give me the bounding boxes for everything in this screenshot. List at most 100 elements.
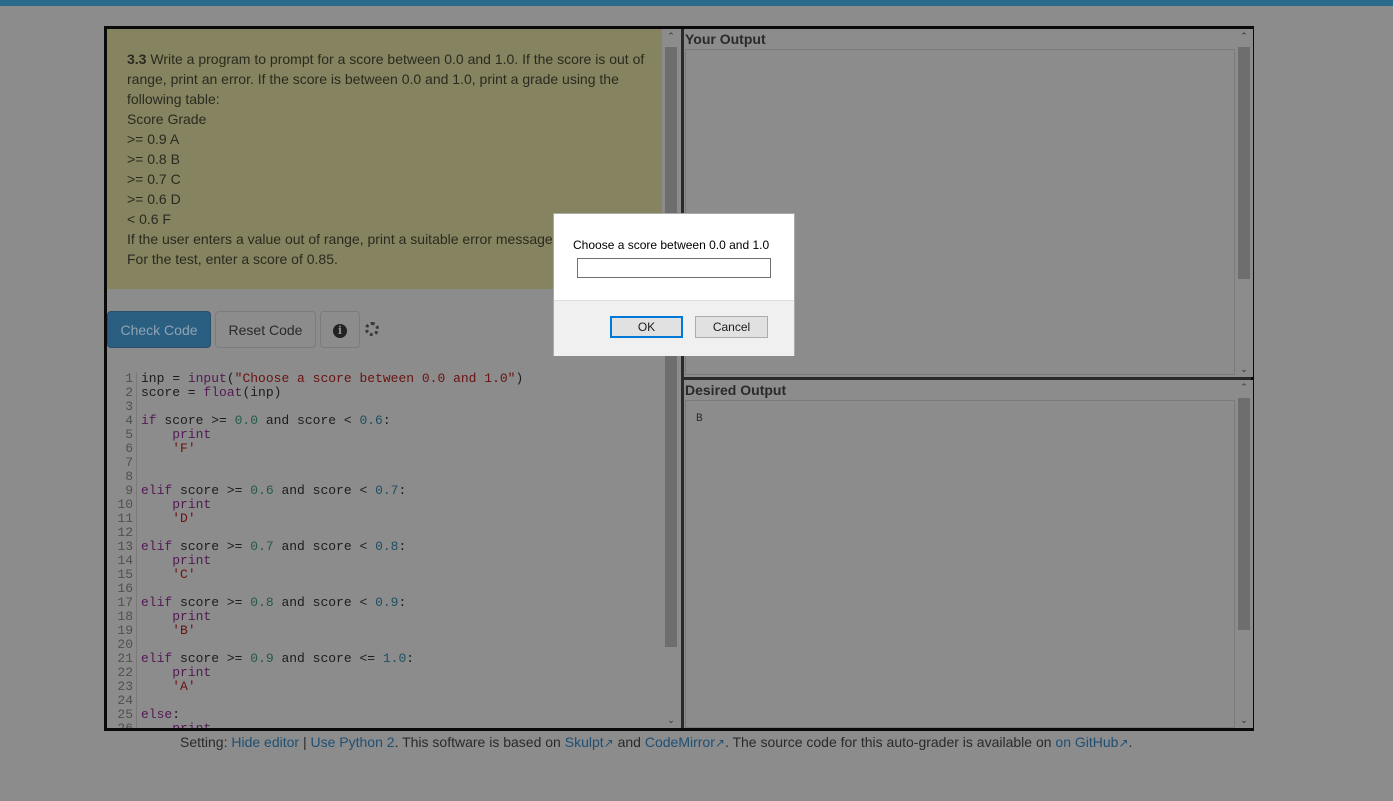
scroll-down-icon[interactable]: ⌄ [1235,715,1253,726]
code-token: "Choose a score between 0.0 and 1.0" [234,371,516,386]
code-text: 'F' [141,441,196,456]
code-token: elif [141,651,173,666]
cancel-button[interactable]: Cancel [695,316,768,338]
code-token: 0.9 [375,595,399,610]
github-link[interactable]: on GitHub [1055,734,1118,750]
grade-table-header: Score Grade [127,111,207,127]
scroll-thumb[interactable] [1238,47,1250,279]
scroll-up-icon[interactable]: ⌃ [1235,382,1253,393]
code-line: 7 [107,456,662,470]
code-line: 21 elif score >= 0.9 and score <= 1.0: [107,652,662,666]
code-token: input [187,371,227,386]
code-line: 25 else: [107,708,662,722]
score-input[interactable] [577,258,771,278]
code-token: score >= [172,651,251,666]
code-token: if [141,413,157,428]
code-token: : [382,413,391,428]
code-token: print [172,721,211,729]
grade-row: >= 0.8 B [127,151,180,167]
code-line: 12 [107,526,662,540]
code-token: inp = [141,371,188,386]
desired-output-box: B [685,400,1235,728]
code-line: 5 print [107,428,662,442]
line-number: 3 [107,400,137,414]
code-token: score = [141,385,204,400]
code-token: and score < [273,483,376,498]
code-text: print [141,666,211,680]
your-output-scrollbar[interactable]: ⌃ ⌄ [1235,29,1253,377]
codemirror-link[interactable]: CodeMirror [645,734,715,750]
code-text: print [141,610,211,624]
code-token: ) [515,371,524,386]
left-scrollbar[interactable]: ⌃ ⌄ [662,29,680,728]
code-token: 0.9 [250,651,274,666]
code-token: print [172,553,212,568]
code-token: : [398,539,407,554]
line-number: 5 [107,428,137,442]
scroll-up-icon[interactable]: ⌃ [662,31,680,42]
code-line: 11 'D' [107,512,662,526]
code-token: 0.0 [234,413,259,428]
code-token: score >= [172,483,251,498]
code-text: elif score >= 0.6 and score < 0.7: [141,484,406,498]
scroll-down-icon[interactable]: ⌄ [662,715,680,726]
code-token: print [172,665,212,680]
scroll-thumb[interactable] [1238,398,1250,630]
line-number: 16 [107,582,137,596]
line-number: 10 [107,498,137,512]
line-number: 23 [107,680,137,694]
line-number: 6 [107,442,137,456]
problem-intro: Write a program to prompt for a score be… [127,51,645,107]
autograder-frame: 3.3 Write a program to prompt for a scor… [104,26,1254,731]
footer-text: . This software is based on [394,734,561,750]
info-button[interactable]: i [320,311,360,348]
reset-code-button[interactable]: Reset Code [215,311,316,348]
your-output-title: Your Output [685,31,766,47]
code-line: 18 print [107,610,662,624]
line-number: 11 [107,512,137,526]
hide-editor-link[interactable]: Hide editor [231,734,299,750]
skulpt-link[interactable]: Skulpt [565,734,604,750]
code-text: inp = input("Choose a score between 0.0 … [141,372,523,386]
scroll-up-icon[interactable]: ⌃ [1235,31,1253,42]
code-token: 'A' [172,679,196,694]
code-text: else: [141,708,180,722]
loading-spinner-icon [365,322,379,336]
code-token: 'F' [172,441,196,456]
line-number: 14 [107,554,137,568]
code-text: 'C' [141,567,195,582]
code-token: score >= [172,539,251,554]
code-token: ( [226,371,235,386]
code-token: print [172,427,212,442]
code-line: 20 [107,638,662,652]
code-token: : [172,707,181,722]
prompt-dialog: Choose a score between 0.0 and 1.0 OK Ca… [553,213,795,356]
line-number: 25 [107,708,137,722]
line-number: 26 [107,722,137,728]
code-text: print [141,554,211,568]
use-python2-link[interactable]: Use Python 2 [311,734,395,750]
code-text: if score >= 0.0 and score < 0.6: [141,414,391,428]
code-text: print [141,428,211,442]
line-number: 22 [107,666,137,680]
line-number: 7 [107,456,137,470]
dialog-footer: OK Cancel [554,300,794,356]
check-code-button[interactable]: Check Code [107,311,211,348]
line-number: 12 [107,526,137,540]
line-number: 21 [107,652,137,666]
code-editor[interactable]: 1 inp = input("Choose a score between 0.0… [107,372,662,728]
code-token: : [398,483,407,498]
line-number: 13 [107,540,137,554]
desired-output-scrollbar[interactable]: ⌃ ⌄ [1235,380,1253,728]
ok-button[interactable]: OK [610,316,683,338]
scroll-down-icon[interactable]: ⌄ [1235,364,1253,375]
code-token: else [141,707,173,722]
